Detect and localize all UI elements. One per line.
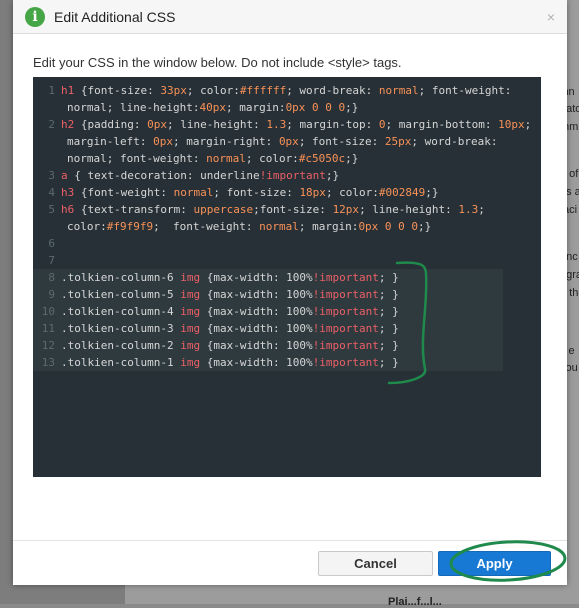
line-number: 13	[41, 356, 55, 369]
code-line-wrap[interactable]: normal; line-height:40px; margin:0px 0 0…	[33, 99, 541, 116]
background-text: Plai...f...l...	[388, 596, 442, 608]
code-line[interactable]: 5 h6 {text-transform: uppercase;font-size…	[33, 201, 541, 218]
code-line[interactable]: 7	[33, 252, 541, 269]
code-line[interactable]: 13 .tolkien-column-1 img {max-width: 100%…	[33, 354, 503, 371]
code-text: .tolkien-column-5 img {max-width: 100%!i…	[61, 288, 399, 301]
code-text: margin-left: 0px; margin-right: 0px; fon…	[67, 135, 498, 148]
code-text: h1 {font-size: 33px; color:#ffffff; word…	[61, 84, 512, 97]
line-number: 4	[48, 186, 55, 199]
code-line[interactable]: 4 h3 {font-weight: normal; font-size: 18p…	[33, 184, 541, 201]
code-text: color:#f9f9f9; font-weight: normal; marg…	[67, 220, 432, 233]
code-text: .tolkien-column-2 img {max-width: 100%!i…	[61, 339, 399, 352]
cancel-button[interactable]: Cancel	[318, 551, 433, 576]
dialog-header: i Edit Additional CSS ×	[13, 0, 567, 34]
code-line[interactable]: 11 .tolkien-column-3 img {max-width: 100%…	[33, 320, 503, 337]
code-text: .tolkien-column-4 img {max-width: 100%!i…	[61, 305, 399, 318]
line-number: 3	[48, 169, 55, 182]
dialog-footer: Cancel Apply	[13, 540, 567, 585]
code-line[interactable]: 10 .tolkien-column-4 img {max-width: 100%…	[33, 303, 503, 320]
code-line[interactable]: 2 h2 {padding: 0px; line-height: 1.3; mar…	[33, 116, 541, 133]
code-line[interactable]: 3 a { text-decoration: underline!importan…	[33, 167, 541, 184]
code-text: h6 {text-transform: uppercase;font-size:…	[61, 203, 485, 216]
line-number: 11	[41, 322, 55, 335]
code-text: h2 {padding: 0px; line-height: 1.3; marg…	[61, 118, 532, 131]
info-icon: i	[25, 7, 45, 27]
code-line[interactable]: 1 h1 {font-size: 33px; color:#ffffff; wor…	[33, 82, 541, 99]
code-text: .tolkien-column-1 img {max-width: 100%!i…	[61, 356, 399, 369]
line-number: 9	[48, 288, 55, 301]
dialog-title: Edit Additional CSS	[54, 9, 176, 25]
code-line-wrap[interactable]: margin-left: 0px; margin-right: 0px; fon…	[33, 133, 541, 150]
line-number: 12	[41, 339, 55, 352]
dialog-instructions: Edit your CSS in the window below. Do no…	[33, 55, 402, 70]
code-line[interactable]: 9 .tolkien-column-5 img {max-width: 100%!…	[33, 286, 503, 303]
code-line-wrap[interactable]: color:#f9f9f9; font-weight: normal; marg…	[33, 218, 541, 235]
line-number: 5	[48, 203, 55, 216]
code-text: .tolkien-column-3 img {max-width: 100%!i…	[61, 322, 399, 335]
line-number: 8	[48, 271, 55, 284]
code-line-wrap[interactable]: normal; font-weight: normal; color:#c505…	[33, 150, 541, 167]
line-number: 7	[48, 254, 55, 267]
apply-button[interactable]: Apply	[438, 551, 551, 576]
line-number: 6	[48, 237, 55, 250]
code-line[interactable]: 6	[33, 235, 541, 252]
css-code-editor[interactable]: 1 h1 {font-size: 33px; color:#ffffff; wor…	[33, 77, 541, 477]
line-number: 10	[41, 305, 55, 318]
line-number: 1	[48, 84, 55, 97]
code-line[interactable]: 8 .tolkien-column-6 img {max-width: 100%!…	[33, 269, 503, 286]
close-icon[interactable]: ×	[547, 9, 555, 25]
code-text: h3 {font-weight: normal; font-size: 18px…	[61, 186, 439, 199]
code-text: a { text-decoration: underline!important…	[61, 169, 340, 182]
edit-css-dialog: i Edit Additional CSS × Edit your CSS in…	[13, 0, 567, 585]
code-line[interactable]: 12 .tolkien-column-2 img {max-width: 100%…	[33, 337, 503, 354]
line-number: 2	[48, 118, 55, 131]
code-text: normal; font-weight: normal; color:#c505…	[67, 152, 359, 165]
code-text: normal; line-height:40px; margin:0px 0 0…	[67, 101, 359, 114]
code-text: .tolkien-column-6 img {max-width: 100%!i…	[61, 271, 399, 284]
